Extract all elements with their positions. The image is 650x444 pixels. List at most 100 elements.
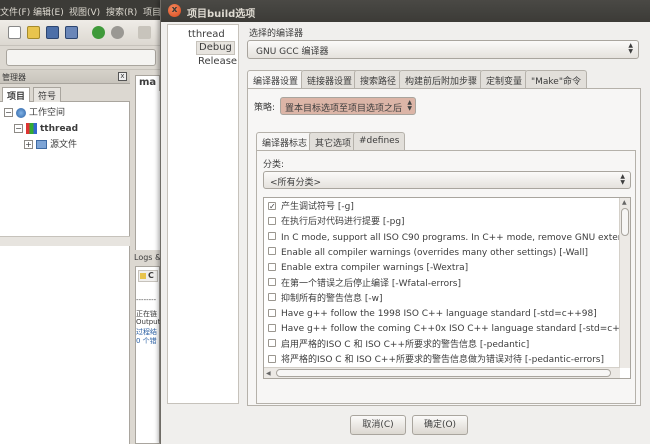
- menu-search[interactable]: 搜索(R): [106, 5, 137, 18]
- compiler-flag-list: ✓ 产生调试符号 [-g] 在执行后对代码进行提要 [-pg] In C mode, …: [263, 197, 631, 379]
- tree-row-sources[interactable]: + 源文件: [24, 138, 77, 152]
- tree-label-workspace: 工作空间: [29, 108, 66, 118]
- build-log-icon: [140, 273, 146, 279]
- tree-row-workspace[interactable]: − 工作空间: [4, 106, 65, 120]
- flag-label: 将严格的ISO C 和 ISO C++所要求的警告信息做为错误对待 [-peda…: [281, 355, 605, 365]
- flag-row[interactable]: 在第一个错误之后停止编译 [-Wfatal-errors]: [268, 277, 620, 292]
- dialog-title: 项目build选项: [187, 9, 256, 20]
- scrollbar-thumb[interactable]: [621, 208, 629, 236]
- flag-row[interactable]: ✓ 产生调试符号 [-g]: [268, 200, 620, 215]
- log-line: --------: [136, 296, 157, 304]
- editor-tab-main[interactable]: ma: [135, 75, 160, 91]
- folder-icon: [36, 140, 47, 149]
- tab-symbols[interactable]: 符号: [33, 87, 62, 102]
- flag-row[interactable]: Have g++ follow the coming C++0x ISO C++…: [268, 322, 620, 337]
- ide-toolbar: [0, 20, 160, 46]
- tab-search-paths[interactable]: 搜索路径: [354, 70, 403, 88]
- scrollbar-thumb[interactable]: [276, 369, 611, 377]
- strategy-select-value: 置本目标选项至项目选项之后: [285, 104, 403, 114]
- menu-edit[interactable]: 编辑(E): [33, 5, 64, 18]
- target-item-release[interactable]: Release: [196, 56, 239, 68]
- tree-label-project: tthread: [40, 124, 79, 134]
- new-file-icon[interactable]: [8, 26, 21, 39]
- tab-pre-post-build[interactable]: 构建前后附加步骤: [399, 70, 484, 88]
- tab-other-options[interactable]: 其它选项: [309, 132, 358, 150]
- compiler-select[interactable]: GNU GCC 编译器 ▲ ▼: [247, 40, 639, 59]
- category-label: 分类:: [263, 160, 285, 170]
- strategy-label: 策略:: [254, 103, 276, 113]
- open-folder-icon[interactable]: [27, 26, 40, 39]
- flag-label: Enable extra compiler warnings [-Wextra]: [281, 263, 469, 274]
- undo-icon[interactable]: [92, 26, 105, 39]
- checkbox[interactable]: [268, 293, 276, 302]
- expand-icon[interactable]: +: [24, 140, 33, 149]
- menu-file[interactable]: 文件(F): [0, 5, 30, 18]
- flag-row[interactable]: In C mode, support all ISO C90 programs.…: [268, 231, 620, 246]
- tree-row-project[interactable]: − tthread: [14, 122, 78, 136]
- tab-compiler-flags[interactable]: 编译器标志: [256, 132, 314, 151]
- flag-label: In C mode, support all ISO C90 programs.…: [281, 232, 620, 243]
- checkbox[interactable]: [268, 216, 276, 225]
- logs-title: Logs &: [134, 253, 160, 262]
- flag-label: Have g++ follow the 1998 ISO C++ languag…: [281, 309, 597, 320]
- checkbox[interactable]: [268, 354, 276, 363]
- checkbox[interactable]: [268, 339, 276, 348]
- flag-row[interactable]: 在执行后对代码进行提要 [-pg]: [268, 215, 620, 230]
- ok-button[interactable]: 确定(O): [412, 415, 468, 435]
- target-combo[interactable]: [6, 49, 156, 66]
- category-select[interactable]: <所有分类> ▲ ▼: [263, 171, 631, 189]
- flag-row[interactable]: 启用严格的ISO C 和 ISO C++所要求的警告信息 [-pedantic]: [268, 338, 620, 353]
- checkbox[interactable]: [268, 323, 276, 332]
- flag-row[interactable]: 抑制所有的警告信息 [-w]: [268, 292, 620, 307]
- scroll-left-icon[interactable]: ◀: [266, 370, 271, 377]
- updown-arrows-icon: ▲ ▼: [407, 99, 412, 112]
- checkbox-checked[interactable]: ✓: [268, 201, 276, 210]
- checkbox[interactable]: [268, 232, 276, 241]
- close-icon[interactable]: x: [118, 72, 127, 81]
- editor-text-area[interactable]: [135, 91, 160, 251]
- save-icon[interactable]: [46, 26, 59, 39]
- checkbox[interactable]: [268, 308, 276, 317]
- save-all-icon[interactable]: [65, 26, 78, 39]
- ide-toolbar-secondary: [0, 46, 160, 70]
- flag-row[interactable]: Have g++ follow the 1998 ISO C++ languag…: [268, 307, 620, 322]
- tab-linker-settings[interactable]: 链接器设置: [301, 70, 359, 88]
- strategy-select[interactable]: 置本目标选项至项目选项之后 ▲ ▼: [280, 97, 416, 115]
- flag-row[interactable]: Enable all compiler warnings (overrides …: [268, 246, 620, 261]
- logs-panel: Logs & C: [130, 250, 160, 444]
- flag-row[interactable]: Enable extra compiler warnings [-Wextra]: [268, 261, 620, 276]
- checkbox[interactable]: [268, 278, 276, 286]
- tree-label-sources: 源文件: [50, 140, 78, 150]
- workspace-icon: [16, 107, 26, 118]
- menu-project[interactable]: 项目: [143, 5, 161, 18]
- flag-label: 在执行后对代码进行提要 [-pg]: [281, 217, 405, 228]
- menu-view[interactable]: 视图(V): [69, 5, 100, 18]
- collapse-icon[interactable]: −: [14, 124, 23, 133]
- category-select-value: <所有分类>: [270, 178, 322, 188]
- redo-icon[interactable]: [111, 26, 124, 39]
- flag-label: 启用严格的ISO C 和 ISO C++所要求的警告信息 [-pedantic]: [281, 339, 530, 350]
- target-item-project[interactable]: tthread: [186, 29, 227, 41]
- close-icon[interactable]: x: [168, 4, 181, 17]
- checkbox[interactable]: [268, 262, 276, 271]
- tab-compiler-settings[interactable]: 编译器设置: [247, 70, 305, 89]
- tab-custom-vars[interactable]: 定制变量: [480, 70, 529, 88]
- tab-defines[interactable]: #defines: [353, 132, 406, 150]
- collapse-icon[interactable]: −: [4, 108, 13, 117]
- tree-horizontal-scrollbar[interactable]: [0, 236, 130, 246]
- left-lower-panel: [0, 246, 130, 444]
- cancel-button[interactable]: 取消(C): [350, 415, 406, 435]
- checkbox[interactable]: [268, 247, 276, 256]
- log-line: Output: [136, 318, 160, 326]
- cut-icon[interactable]: [138, 26, 151, 39]
- horizontal-scrollbar[interactable]: ◀: [264, 367, 620, 378]
- project-icon: [26, 123, 37, 134]
- vertical-scrollbar[interactable]: ▲: [619, 198, 630, 368]
- logs-content: C: [135, 266, 160, 444]
- editor-area: ma: [130, 70, 160, 251]
- scroll-up-icon[interactable]: ▲: [622, 199, 627, 206]
- tab-make-commands[interactable]: "Make"命令: [525, 70, 587, 88]
- flag-row[interactable]: 将严格的ISO C 和 ISO C++所要求的警告信息做为错误对待 [-peda…: [268, 353, 620, 368]
- tab-projects[interactable]: 项目: [2, 87, 31, 102]
- target-item-debug[interactable]: Debug: [196, 41, 235, 55]
